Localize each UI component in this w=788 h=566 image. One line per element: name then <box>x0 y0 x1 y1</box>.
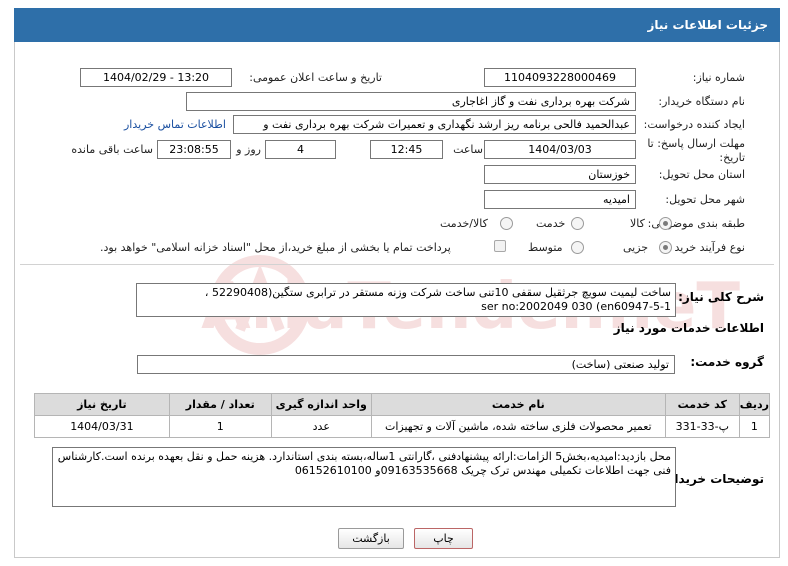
back-button[interactable]: بازگشت <box>338 528 404 549</box>
cell-service-name: تعمیر محصولات فلزی ساخته شده، ماشین آلات… <box>370 415 666 438</box>
buyer-org-label: نام دستگاه خریدار: <box>658 95 745 108</box>
process-option-minor: جزیی <box>623 241 649 254</box>
col-quantity: تعداد / مقدار <box>168 393 272 416</box>
treasury-payment-checkbox[interactable] <box>494 240 506 252</box>
print-button[interactable]: چاپ <box>414 528 473 549</box>
cell-row: 1 <box>738 415 771 438</box>
summary-textarea[interactable]: ساخت لیمیت سویچ جرثقیل سقفی 10تنی ساخت ش… <box>136 283 676 317</box>
process-radio-medium[interactable] <box>571 241 584 254</box>
requester-label: ایجاد کننده درخواست: <box>643 118 745 131</box>
deadline-date-field: 1404/03/03 <box>484 140 636 159</box>
buyer-notes-textarea[interactable]: محل بازدید:امیدیه،بخش5 الزامات:ارائه پیش… <box>52 447 676 507</box>
col-service-name: نام خدمت <box>370 393 666 416</box>
city-label: شهر محل تحویل: <box>665 193 745 206</box>
cell-unit: عدد <box>270 415 372 438</box>
need-number-label: شماره نیاز: <box>692 71 745 84</box>
days-label: روز و <box>236 143 261 156</box>
col-service-code: کد خدمت <box>664 393 740 416</box>
announce-label: تاریخ و ساعت اعلان عمومی: <box>249 71 382 84</box>
announce-field: 1404/02/29 - 13:20 <box>80 68 232 87</box>
category-option-service: خدمت <box>536 217 566 230</box>
page-title: جزئیات اطلاعات نیاز <box>14 8 780 42</box>
buyer-notes-label: توضیحات خریدار: <box>662 472 764 486</box>
category-radio-goods[interactable] <box>659 217 672 230</box>
summary-label: شرح کلی نیاز: <box>678 290 764 304</box>
category-radio-service[interactable] <box>571 217 584 230</box>
cell-need-date: 1404/03/31 <box>34 415 170 438</box>
cell-quantity: 1 <box>168 415 272 438</box>
province-label: استان محل تحویل: <box>658 168 745 181</box>
col-unit: واحد اندازه گیری <box>270 393 372 416</box>
service-group-field: تولید صنعتی (ساخت) <box>137 355 675 374</box>
remaining-time-field: 23:08:55 <box>157 140 231 159</box>
city-field: امیدیه <box>484 190 636 209</box>
days-field: 4 <box>265 140 336 159</box>
col-row: ردیف <box>738 393 771 416</box>
requester-field: عبدالحمید فالحی برنامه ریز ارشد نگهداری … <box>233 115 636 134</box>
category-option-goods: کالا <box>630 217 645 230</box>
category-radio-goods-service[interactable] <box>500 217 513 230</box>
summary-line-1: ساخت لیمیت سویچ جرثقیل سقفی 10تنی ساخت ش… <box>204 286 671 299</box>
treasury-payment-note: پرداخت تمام یا بخشی از مبلغ خرید،از محل … <box>100 241 451 254</box>
buyer-org-field: شرکت بهره برداری نفت و گاز اغاجاری <box>186 92 636 111</box>
need-number-field: 1104093228000469 <box>484 68 636 87</box>
col-need-date: تاریخ نیاز <box>34 393 170 416</box>
process-option-medium: متوسط <box>528 241 563 254</box>
table-header-row: ردیف کد خدمت نام خدمت واحد اندازه گیری ت… <box>34 393 771 416</box>
service-group-label: گروه خدمت: <box>690 355 764 369</box>
summary-line-2: ser no:2002049 030 (en60947-5-1 <box>481 300 671 313</box>
province-field: خوزستان <box>484 165 636 184</box>
services-title: اطلاعات خدمات مورد نیاز <box>613 321 764 335</box>
process-radio-minor[interactable] <box>659 241 672 254</box>
deadline-time-label: ساعت <box>453 143 483 156</box>
deadline-label: مهلت ارسال پاسخ: تا تاریخ: <box>647 137 745 164</box>
divider <box>20 264 774 265</box>
category-option-goods-service: کالا/خدمت <box>440 217 488 230</box>
cell-service-code: پ-33-331 <box>664 415 740 438</box>
table-row: 1 پ-33-331 تعمیر محصولات فلزی ساخته شده،… <box>34 415 771 438</box>
remaining-label: ساعت باقی مانده <box>71 143 153 156</box>
process-label: نوع فرآیند خرید : <box>667 241 745 254</box>
services-table: ردیف کد خدمت نام خدمت واحد اندازه گیری ت… <box>34 393 771 438</box>
contact-buyer-link[interactable]: اطلاعات تماس خریدار <box>124 118 226 131</box>
deadline-time-field: 12:45 <box>370 140 443 159</box>
